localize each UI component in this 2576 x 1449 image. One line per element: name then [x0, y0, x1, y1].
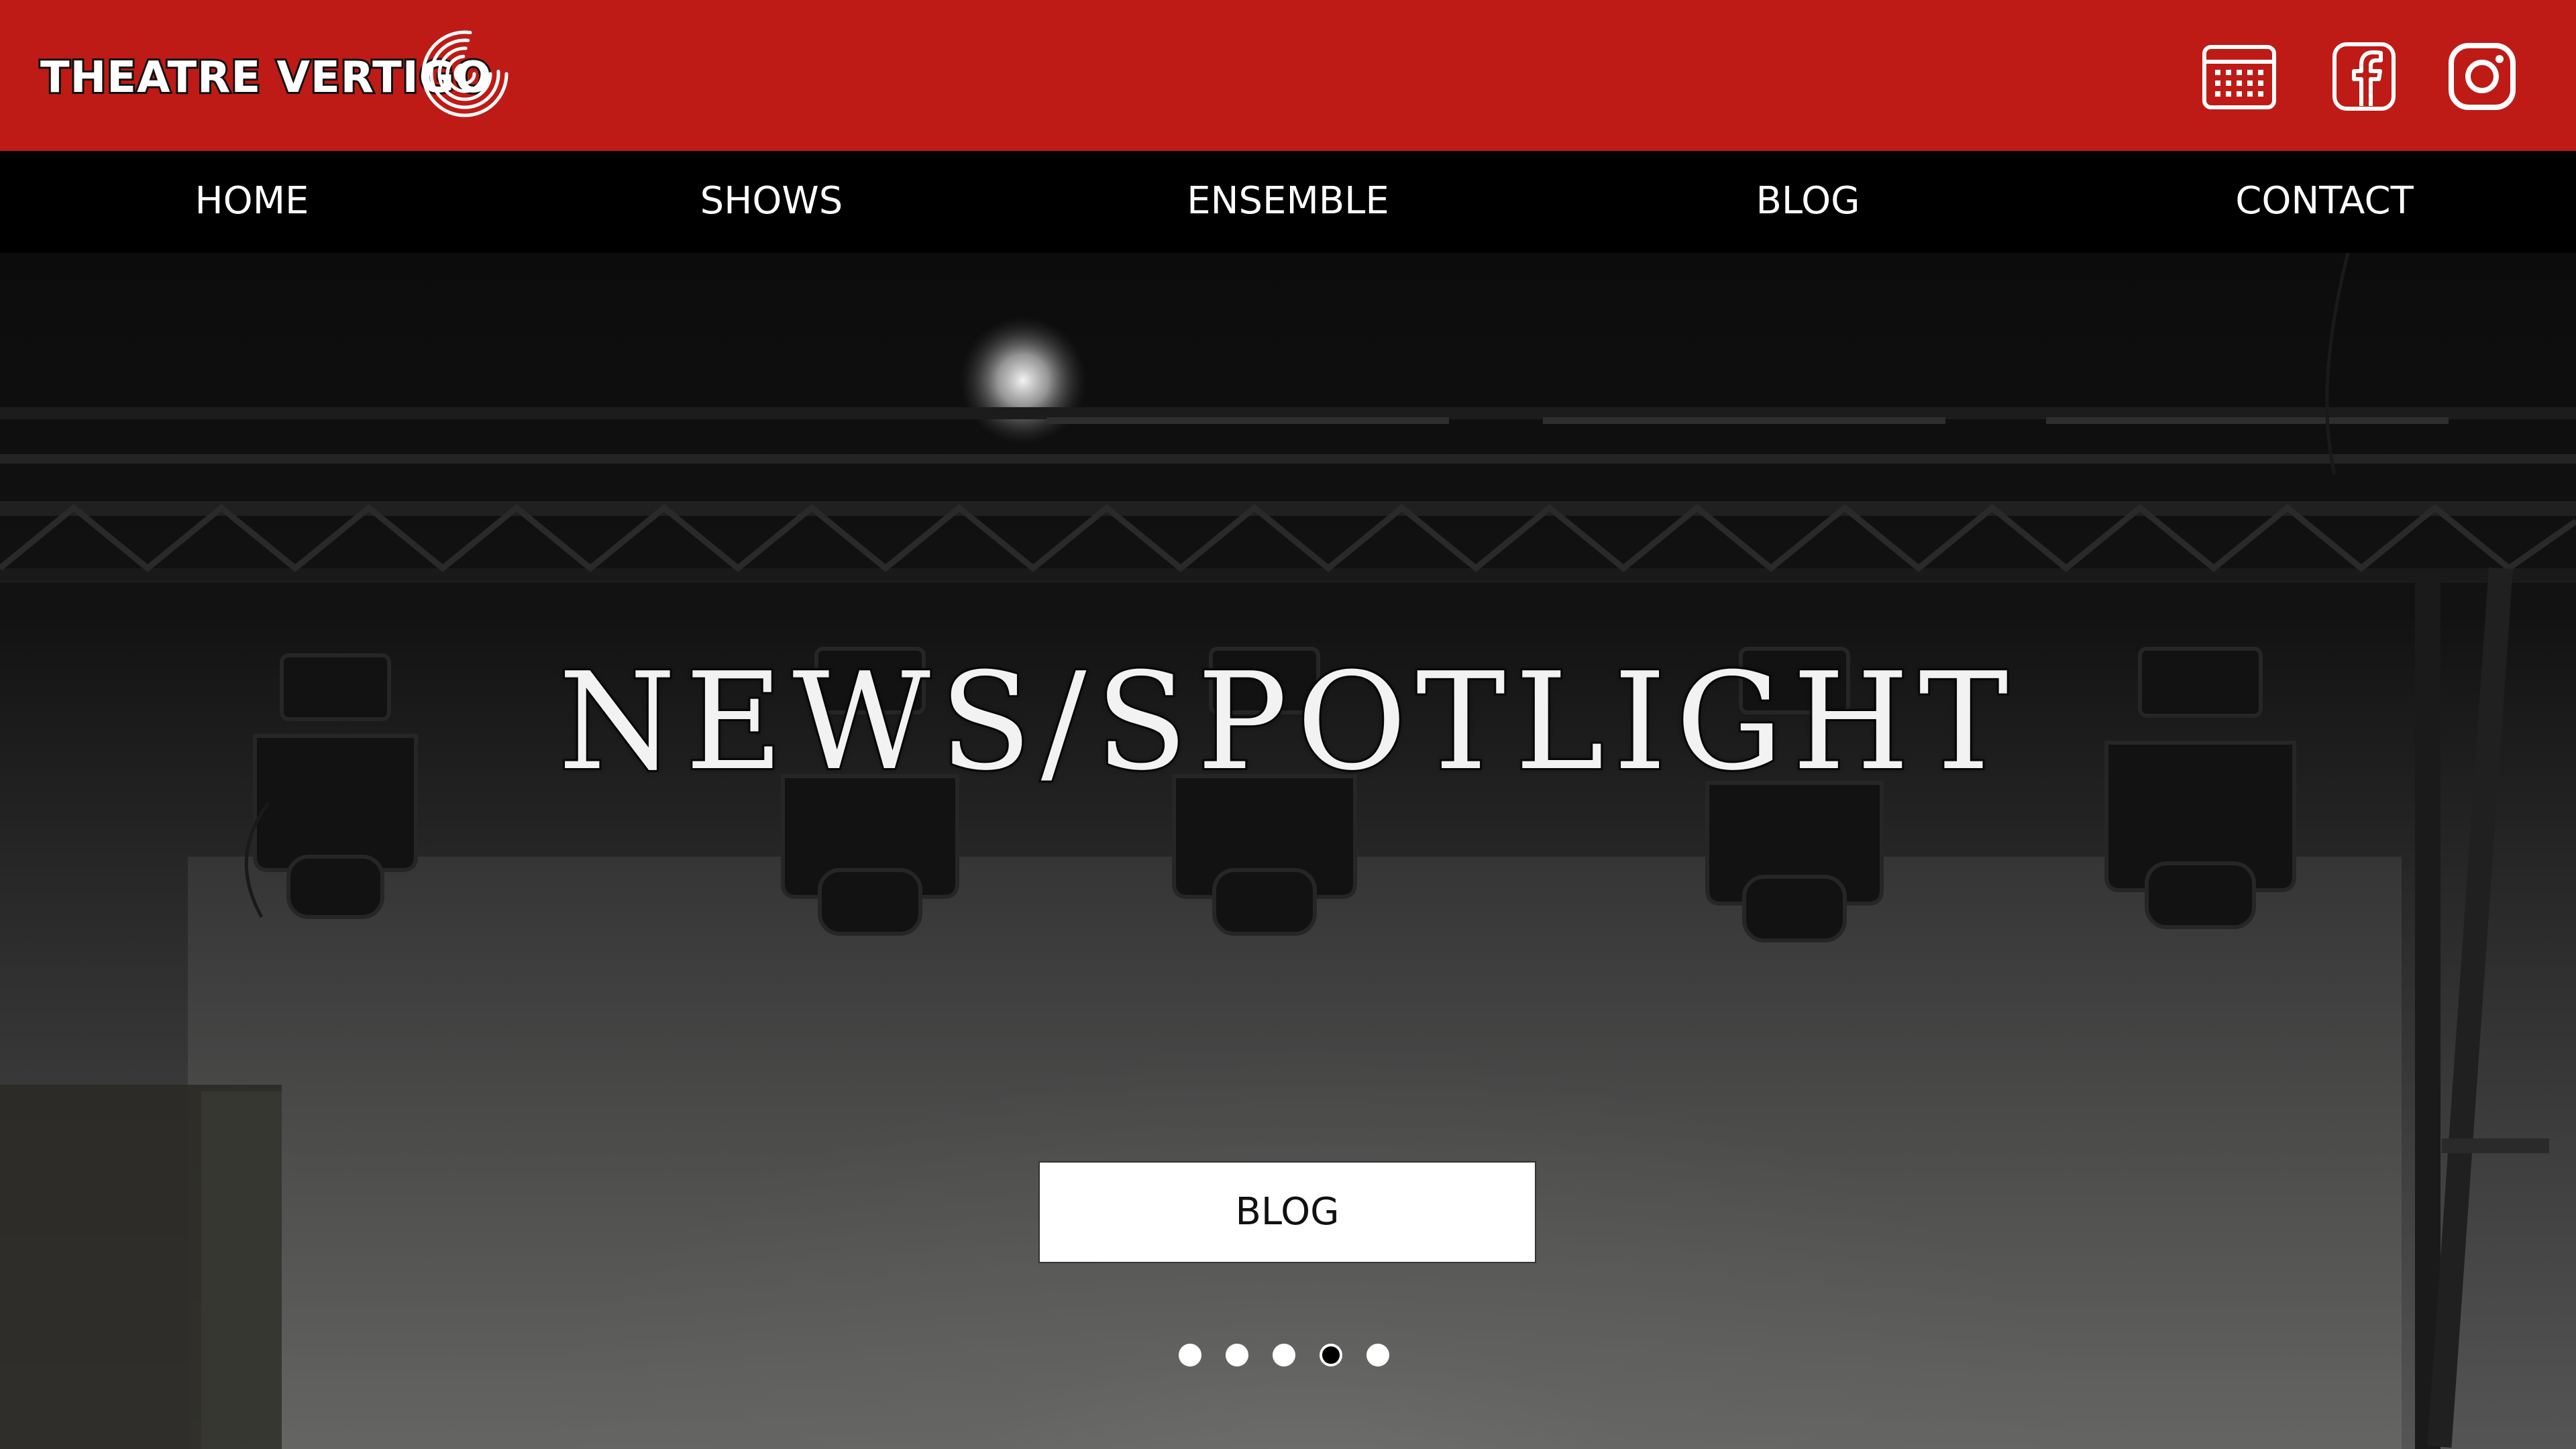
main-navigation: HOME SHOWS ENSEMBLE BLOG CONTACT	[0, 151, 2576, 253]
slideshow-pagination	[1179, 1344, 1400, 1371]
page: THEATRE VERTIGO HOME SHOWS ENSEMBLE BLOG…	[0, 0, 2576, 1449]
blog-button[interactable]: BLOG	[1038, 1161, 1536, 1263]
site-header: THEATRE VERTIGO	[0, 0, 2576, 151]
hero-slideshow: NEWS/SPOTLIGHT BLOG	[0, 253, 2576, 1449]
stage-lighting-image	[0, 253, 2576, 1449]
site-logo[interactable]: THEATRE VERTIGO	[38, 27, 508, 121]
nav-item-home[interactable]: HOME	[86, 169, 418, 233]
slide-dot-2[interactable]	[1226, 1344, 1248, 1366]
slide-dot-5[interactable]	[1366, 1344, 1389, 1366]
instagram-icon[interactable]	[2447, 42, 2517, 111]
hero-title: NEWS/SPOTLIGHT	[556, 644, 2018, 800]
logo-spiral-icon	[421, 30, 508, 117]
nav-item-blog[interactable]: BLOG	[1640, 169, 1976, 233]
slide-dot-1[interactable]	[1179, 1344, 1201, 1366]
nav-item-ensemble[interactable]: ENSEMBLE	[1114, 169, 1462, 233]
nav-item-contact[interactable]: CONTACT	[2157, 169, 2492, 233]
calendar-icon[interactable]	[2202, 42, 2277, 111]
slide-dot-4[interactable]	[1320, 1344, 1342, 1366]
nav-item-shows[interactable]: SHOWS	[604, 169, 939, 233]
slide-dot-3[interactable]	[1273, 1344, 1295, 1366]
facebook-icon[interactable]	[2330, 42, 2398, 111]
